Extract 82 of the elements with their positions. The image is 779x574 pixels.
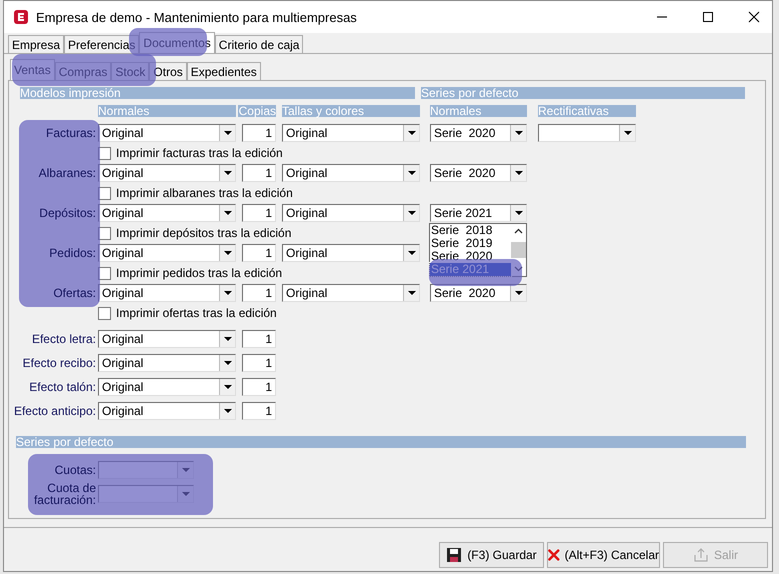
caret-icon [514,211,522,215]
field-label: Albaranes: [38,166,97,180]
list-option[interactable]: Serie 2018 [430,224,511,237]
field-label: Efecto recibo: [22,356,97,370]
caret-icon [224,251,232,255]
maximize-icon[interactable] [702,11,714,23]
caret-icon [224,131,232,135]
copies-field[interactable]: 1 [242,164,276,182]
caret-icon [224,211,232,215]
dropdown[interactable]: Serie 2020 [430,164,527,182]
column-header: Tallas y colores [282,105,420,117]
dropdown[interactable]: Original [98,124,236,142]
chevron-up-icon[interactable] [514,228,523,234]
field-label: Cuotas: [54,464,97,476]
dropdown[interactable]: Original [282,204,420,222]
caret-icon [224,385,232,389]
copies-field[interactable]: 1 [242,244,276,262]
column-header: Normales [430,105,527,117]
tab[interactable]: Criterio de caja [214,35,304,53]
list-option[interactable]: Serie 2020 [430,250,511,263]
caret-icon [224,171,232,175]
column-header: Copias [238,105,276,117]
caret-icon [514,171,522,175]
copies-field[interactable]: 1 [242,378,276,396]
section-header: Series por defecto [16,436,746,448]
list-option[interactable]: Serie 2019 [430,237,511,250]
dropdown[interactable]: Original [282,284,420,302]
copies-field[interactable]: 1 [242,354,276,372]
copies-field[interactable]: 1 [242,204,276,222]
dropdown[interactable]: Serie 2021 [430,204,527,222]
section-header: Modelos impresión [20,87,415,99]
dropdown[interactable]: Serie 2020 [430,124,527,142]
caret-icon [224,409,232,413]
dropdown[interactable] [538,124,636,142]
dropdown[interactable]: Original [98,204,236,222]
field-label: Depósitos: [38,206,97,220]
caret-icon [224,337,232,341]
field-label: Cuota de facturación: [32,482,97,506]
field-label: Efecto talón: [28,380,97,394]
field-label: Ofertas: [52,286,97,300]
field-label: Efecto anticipo: [12,404,97,418]
copies-field[interactable]: 1 [242,330,276,348]
dropdown[interactable]: Original [98,378,236,396]
dropdown[interactable]: Original [282,244,420,262]
caret-icon [624,131,632,135]
tab[interactable]: Empresa [8,35,64,53]
window-title: Empresa de demo - Mantenimiento para multiempresas [36,10,357,24]
field-label: Pedidos: [48,246,97,260]
dropdown[interactable]: Serie 2020 [430,284,527,302]
caret-icon [514,131,522,135]
caret-icon [224,361,232,365]
column-header: Rectificativas [538,105,636,117]
caret-icon [408,131,416,135]
caret-icon [408,291,416,295]
caret-icon [408,251,416,255]
field-label: Facturas: [44,126,97,140]
copies-field[interactable]: 1 [242,284,276,302]
column-header: Normales [98,105,236,117]
tab[interactable]: Expedientes [186,62,261,80]
dropdown[interactable]: Original [98,330,236,348]
app-logo-icon [13,9,29,25]
copies-field[interactable]: 1 [242,124,276,142]
dropdown[interactable]: Original [98,284,236,302]
close-icon[interactable] [748,11,760,23]
save-button[interactable]: (F3) Guardar [439,542,544,568]
caret-icon [408,171,416,175]
caret-icon [514,291,522,295]
caret-icon [408,211,416,215]
checkbox[interactable]: Imprimir ofertas tras la edición [98,306,277,320]
dropdown[interactable]: Original [98,244,236,262]
dropdown[interactable]: Original [282,124,420,142]
share-icon [692,547,709,563]
caret-icon [224,291,232,295]
cross-icon [548,547,560,563]
dropdown[interactable]: Original [98,354,236,372]
section-header: Series por defecto [421,87,745,99]
copies-field[interactable]: 1 [242,402,276,420]
dropdown[interactable]: Original [282,164,420,182]
dropdown[interactable]: Original [98,402,236,420]
cancel-button[interactable]: (Alt+F3) Cancelar [547,542,660,568]
dropdown[interactable]: Original [98,164,236,182]
field-label: Efecto letra: [30,332,97,346]
